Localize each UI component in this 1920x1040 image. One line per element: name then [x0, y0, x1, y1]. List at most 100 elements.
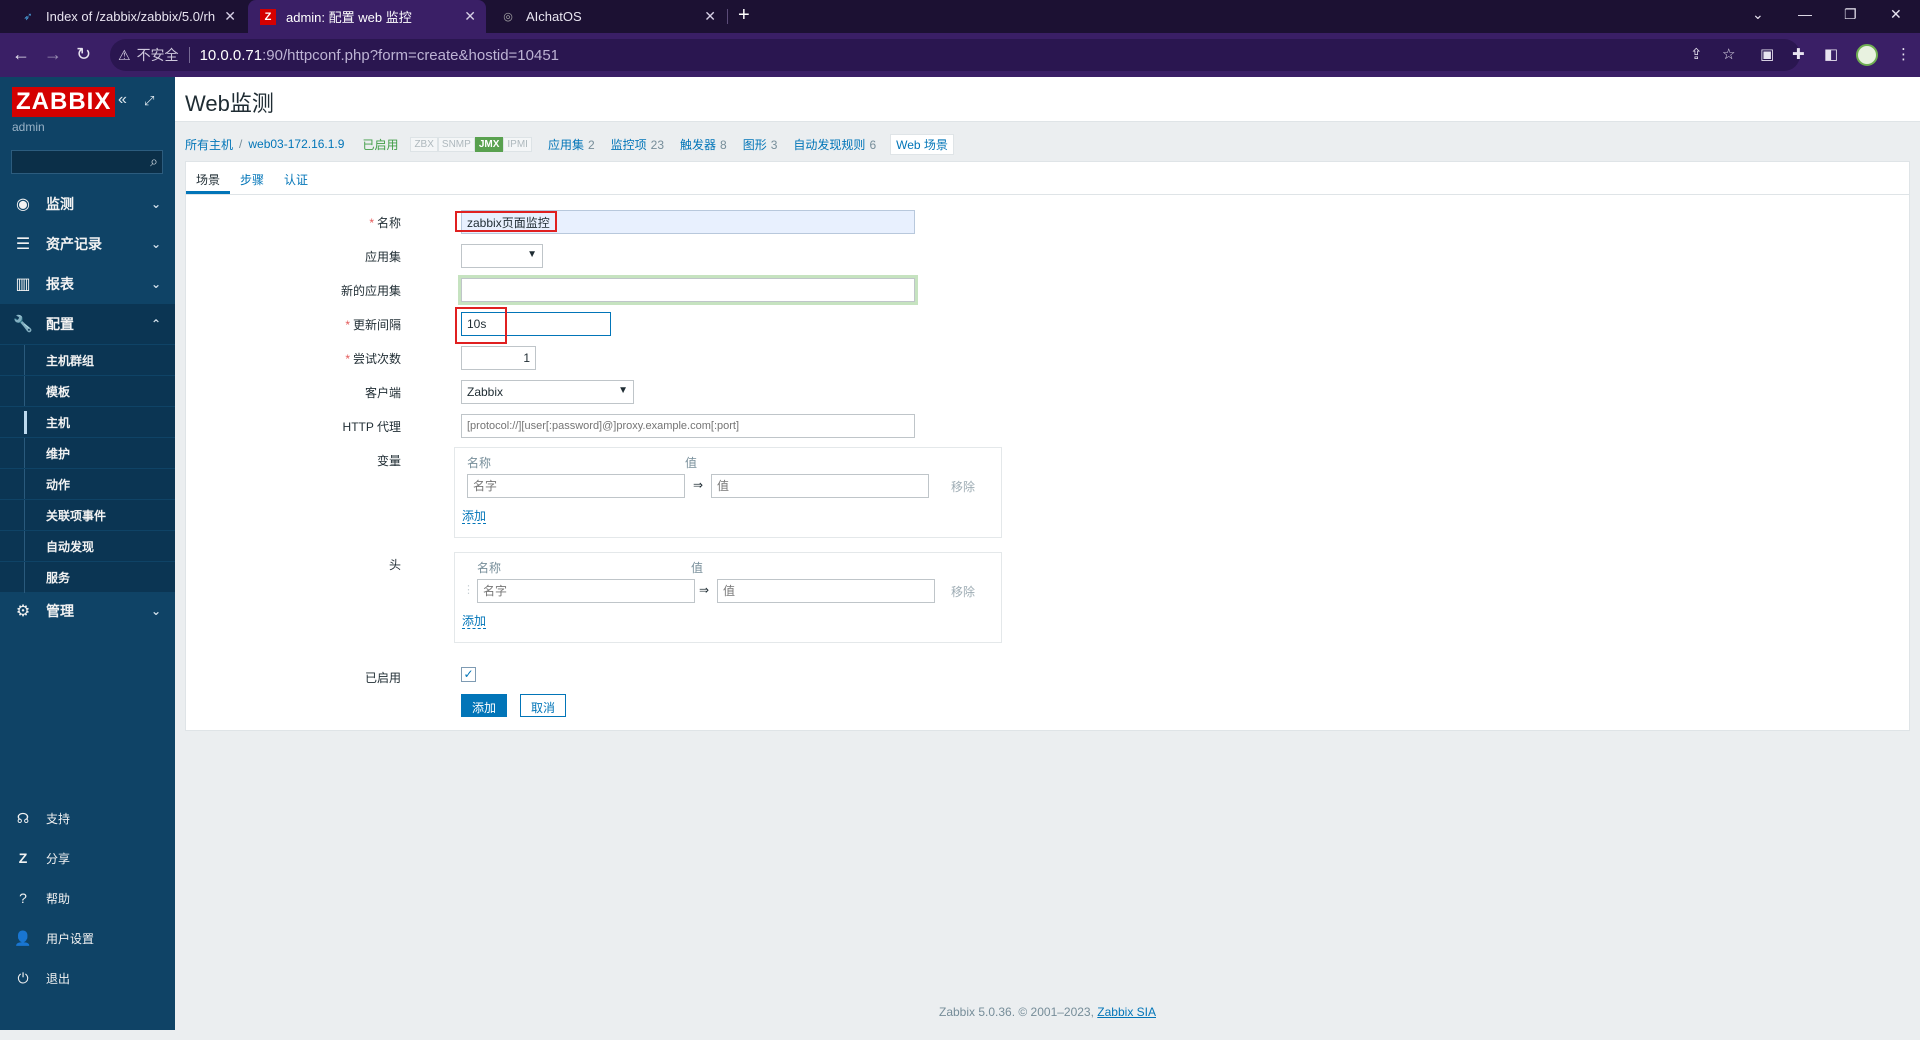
- submenu-hosts[interactable]: 主机: [0, 406, 175, 437]
- minimize-icon[interactable]: —: [1798, 6, 1812, 22]
- attempts-input[interactable]: [461, 346, 536, 370]
- submenu-actions[interactable]: 动作: [0, 468, 175, 500]
- tab-steps[interactable]: 步骤: [230, 162, 274, 194]
- new-application-input[interactable]: [461, 278, 915, 302]
- close-icon[interactable]: ✕: [464, 8, 476, 25]
- chevron-up-icon: ⌃: [150, 317, 161, 331]
- tab-scenario[interactable]: 场景: [186, 162, 231, 194]
- submenu-services[interactable]: 服务: [0, 561, 175, 593]
- eye-icon: ◉: [16, 196, 30, 213]
- menu-administration[interactable]: ⚙ 管理 ⌄: [0, 591, 175, 631]
- submenu-label: 关联项事件: [46, 508, 107, 523]
- submenu-host-groups[interactable]: 主机群组: [0, 344, 175, 376]
- proxy-input[interactable]: [461, 414, 915, 438]
- close-icon[interactable]: ✕: [224, 8, 236, 25]
- browser-tab-index[interactable]: ➶ Index of /zabbix/zabbix/5.0/rh ✕: [8, 0, 246, 33]
- tab-authentication[interactable]: 认证: [274, 162, 318, 194]
- arrow-icon: ⇒: [693, 478, 704, 492]
- puzzle-icon[interactable]: ✚: [1792, 45, 1805, 63]
- highlight-box: [455, 211, 557, 232]
- menu-help[interactable]: ? 帮助: [0, 878, 175, 918]
- menu-label: 管理: [46, 603, 74, 619]
- star-icon[interactable]: ☆: [1722, 45, 1735, 63]
- browser-tab-aichatos[interactable]: ◎ AIchatOS ✕: [488, 0, 726, 33]
- address-bar[interactable]: ⚠ 不安全 10.0.0.71 :90/httpconf.php?form=cr…: [110, 39, 1800, 71]
- menu-share[interactable]: Z 分享: [0, 838, 175, 878]
- tab-search-icon[interactable]: ⌄: [1752, 6, 1764, 23]
- menu-signout[interactable]: ⏻ 退出: [0, 958, 175, 998]
- menu-inventory[interactable]: ☰ 资产记录 ⌄: [0, 224, 175, 264]
- profile-avatar[interactable]: [1856, 44, 1878, 66]
- badge-zbx: ZBX: [410, 136, 438, 152]
- extension-badge-icon[interactable]: ▣: [1760, 45, 1774, 63]
- add-variable-button[interactable]: 添加: [462, 510, 487, 524]
- bottom-label: 分享: [46, 851, 71, 866]
- wrench-icon: 🔧: [13, 316, 33, 333]
- sidebar-search-input[interactable]: ⌕: [11, 150, 163, 174]
- restore-icon[interactable]: ❐: [1844, 6, 1857, 23]
- link-label: 自动发现规则: [793, 137, 866, 152]
- sidebar: ZABBIX « ⤢ admin ⌕ ◉ 监测 ⌄ ☰ 资产记录 ⌄ ▥ 报表 …: [0, 77, 175, 1030]
- variable-name-input[interactable]: [467, 474, 685, 498]
- required-asterisk: *: [345, 352, 350, 366]
- chevron-down-icon: ▼: [618, 385, 628, 396]
- new-tab-icon[interactable]: +: [738, 4, 750, 27]
- share-icon[interactable]: ⇪: [1690, 45, 1703, 63]
- submenu-templates[interactable]: 模板: [0, 375, 175, 407]
- remove-button[interactable]: 移除: [951, 583, 975, 600]
- submenu-event-correlation[interactable]: 关联项事件: [0, 499, 175, 531]
- close-icon[interactable]: ✕: [704, 8, 716, 25]
- menu-monitoring[interactable]: ◉ 监测 ⌄: [0, 184, 175, 224]
- browser-tab-zabbix[interactable]: Z admin: 配置 web 监控 ✕: [248, 0, 486, 33]
- link-graphs[interactable]: 图形 3: [743, 136, 778, 153]
- link-label: 应用集: [547, 137, 584, 152]
- kiosk-mode-icon[interactable]: ⤢: [144, 93, 154, 109]
- link-discovery-rules[interactable]: 自动发现规则 6: [793, 136, 876, 153]
- header-value-input[interactable]: [717, 579, 935, 603]
- browser-toolbar: ← → ↻ ⚠ 不安全 10.0.0.71 :90/httpconf.php?f…: [0, 33, 1920, 77]
- sidepanel-icon[interactable]: ◧: [1824, 45, 1838, 63]
- remove-button[interactable]: 移除: [951, 478, 975, 495]
- agent-value: Zabbix: [467, 385, 504, 399]
- menu-user-settings[interactable]: 👤 用户设置: [0, 918, 175, 958]
- breadcrumb-host[interactable]: web03-172.16.1.9: [248, 137, 344, 151]
- link-triggers[interactable]: 触发器 8: [680, 136, 727, 153]
- submenu-label: 维护: [46, 446, 71, 461]
- chevron-down-icon: ▼: [527, 249, 537, 260]
- window-close-icon[interactable]: ✕: [1890, 6, 1902, 23]
- submenu-discovery[interactable]: 自动发现: [0, 530, 175, 562]
- add-header-button[interactable]: 添加: [462, 615, 487, 629]
- cancel-button[interactable]: 取消: [520, 694, 567, 717]
- agent-select[interactable]: Zabbix ▼: [461, 380, 634, 404]
- bottom-label: 支持: [46, 811, 71, 826]
- reload-icon[interactable]: ↻: [76, 44, 91, 65]
- question-icon: ?: [19, 890, 27, 906]
- add-button[interactable]: 添加: [461, 694, 508, 717]
- checkmark-icon: ✓: [463, 667, 474, 681]
- link-applications[interactable]: 应用集 2: [548, 136, 595, 153]
- menu-support[interactable]: ☊ 支持: [0, 798, 175, 838]
- menu-configuration[interactable]: 🔧 配置 ⌃: [0, 304, 175, 344]
- zabbix-logo[interactable]: ZABBIX: [12, 87, 116, 117]
- forward-icon[interactable]: →: [44, 44, 62, 65]
- menu-reports[interactable]: ▥ 报表 ⌄: [0, 264, 175, 304]
- header-name-input[interactable]: [477, 579, 695, 603]
- link-count: 2: [587, 137, 595, 152]
- sidebar-username: admin: [12, 120, 45, 134]
- application-select[interactable]: ▼: [461, 244, 543, 268]
- footer-link[interactable]: Zabbix SIA: [1097, 1005, 1156, 1019]
- submenu-maintenance[interactable]: 维护: [0, 437, 175, 469]
- zabbix-favicon-icon: Z: [260, 8, 276, 25]
- feather-icon: ➶: [23, 11, 33, 23]
- collapse-sidebar-icon[interactable]: «: [118, 91, 127, 109]
- host-status[interactable]: 已启用: [362, 136, 398, 153]
- enabled-checkbox[interactable]: ✓: [461, 667, 476, 682]
- variable-value-input[interactable]: [711, 474, 929, 498]
- more-menu-icon[interactable]: ⋮: [1896, 45, 1911, 63]
- back-icon[interactable]: ←: [12, 44, 30, 65]
- search-icon[interactable]: ⌕: [150, 153, 158, 170]
- address-separator: [188, 47, 190, 63]
- link-items[interactable]: 监控项 23: [611, 136, 664, 153]
- breadcrumb-all-hosts[interactable]: 所有主机: [185, 136, 233, 153]
- link-web-scenarios[interactable]: Web 场景: [890, 133, 954, 155]
